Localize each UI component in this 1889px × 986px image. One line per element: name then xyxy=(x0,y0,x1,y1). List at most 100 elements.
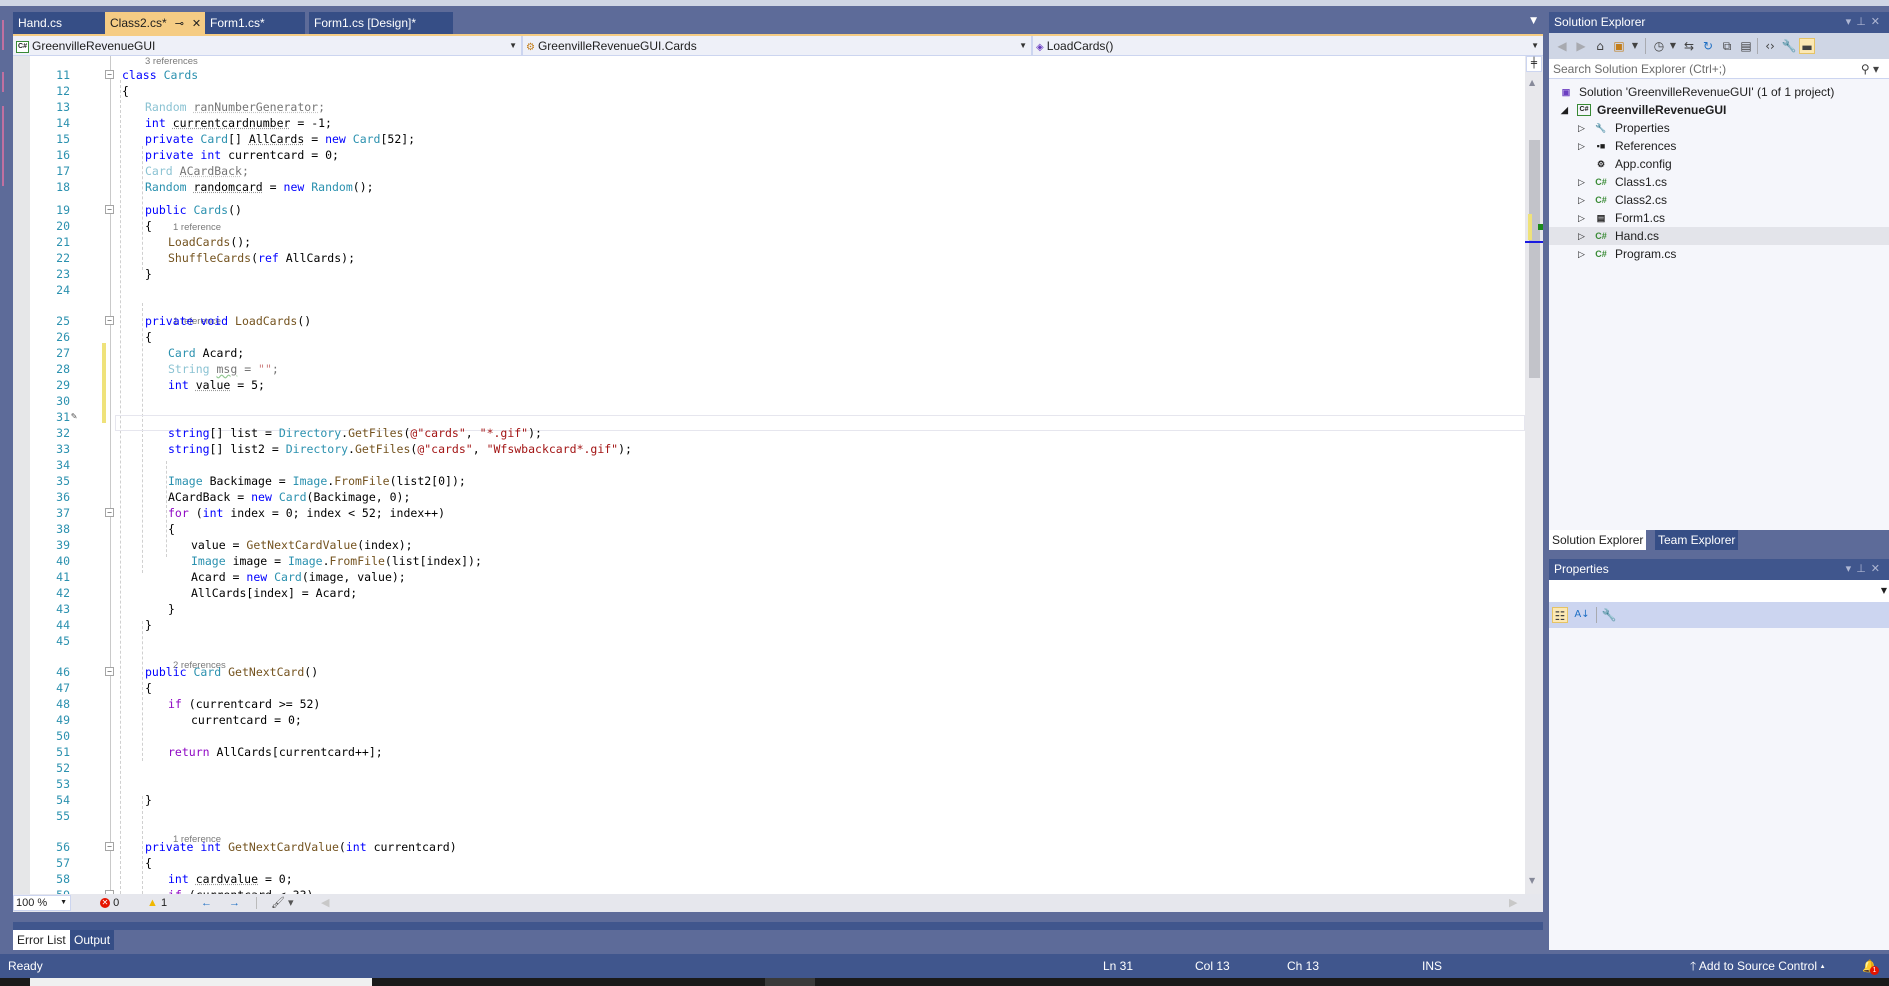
categorized-icon[interactable]: ☷ xyxy=(1552,607,1568,623)
code-line[interactable]: 14 int currentcardnumber = -1; xyxy=(30,115,1525,131)
switch-views-icon[interactable]: ▣ xyxy=(1611,38,1627,54)
add-to-source-control-button[interactable]: 🡑 Add to Source Control ▴ xyxy=(1690,954,1825,978)
code-line[interactable]: 37 − for (int index = 0; index < 52; index… xyxy=(30,505,1525,521)
scroll-thumb[interactable] xyxy=(1529,140,1540,378)
refresh-icon[interactable]: ↻ xyxy=(1700,38,1716,54)
code-line[interactable]: 48 if (currentcard >= 52) xyxy=(30,696,1525,712)
close-icon[interactable]: ✕ xyxy=(1871,16,1885,28)
code-line[interactable]: 13 Random ranNumberGenerator; xyxy=(30,99,1525,115)
warning-count[interactable]: ▲ 1 xyxy=(147,894,167,912)
code-line[interactable]: 46 − public Card GetNextCard() xyxy=(30,664,1525,680)
tab-output[interactable]: Output xyxy=(70,930,115,950)
tab-form1-cs[interactable]: Form1.cs* xyxy=(205,12,305,34)
code-line[interactable]: 29 int value = 5; xyxy=(30,377,1525,393)
type-dropdown[interactable]: ⚙ GreenvilleRevenueGUI.Cards ▼ xyxy=(523,36,1033,56)
close-icon[interactable]: ✕ xyxy=(192,13,201,35)
code-area[interactable]: 3 references 1 reference 1 reference 2 r… xyxy=(30,56,1525,894)
code-line[interactable]: 35 Image Backimage = Image.FromFile(list2… xyxy=(30,473,1525,489)
code-line[interactable]: 16 private int currentcard = 0; xyxy=(30,147,1525,163)
collapse-region-icon[interactable]: − xyxy=(105,205,114,214)
left-tool-rail[interactable] xyxy=(0,6,13,954)
sync-with-active-document-icon[interactable]: ⇆ xyxy=(1681,38,1697,54)
code-cleanup-icon[interactable]: 🖌 ▾ xyxy=(271,894,294,912)
expand-arrow-icon[interactable]: ▷ xyxy=(1578,191,1585,209)
solution-explorer-search-input[interactable]: Search Solution Explorer (Ctrl+;) ⚲ ▾ xyxy=(1549,59,1889,79)
show-all-files-icon[interactable]: ▤ xyxy=(1738,38,1754,54)
scroll-left-icon[interactable]: ◀ xyxy=(321,894,329,912)
code-line[interactable]: 27 Card Acard; xyxy=(30,345,1525,361)
member-dropdown[interactable]: ◈ LoadCards() ▼ xyxy=(1033,36,1543,56)
project-dropdown[interactable]: C# GreenvilleRevenueGUI ▼ xyxy=(13,36,523,56)
home-icon[interactable]: ⌂ xyxy=(1592,38,1608,54)
pin-icon[interactable]: ⊥ xyxy=(1856,563,1871,575)
expand-arrow-icon[interactable]: ▷ xyxy=(1578,173,1585,191)
data-sources-tab-marker[interactable] xyxy=(2,72,4,92)
quick-actions-brush-icon[interactable]: ✎ xyxy=(71,409,77,425)
code-line[interactable]: 15 private Card[] AllCards = new Card[52]… xyxy=(30,131,1525,147)
code-line[interactable]: 44} xyxy=(30,617,1525,633)
close-icon[interactable]: ✕ xyxy=(1871,563,1885,575)
server-explorer-tab-marker[interactable] xyxy=(2,106,4,186)
expand-arrow-icon[interactable]: ▷ xyxy=(1578,119,1585,137)
collapse-region-icon[interactable]: − xyxy=(105,316,114,325)
tree-item-class1-cs[interactable]: ▷ C# Class1.cs xyxy=(1549,173,1889,191)
code-line[interactable]: 53 xyxy=(30,776,1525,792)
code-line[interactable]: 55 xyxy=(30,808,1525,824)
chevron-down-icon[interactable]: ▼ xyxy=(1627,38,1643,54)
collapse-region-icon[interactable]: − xyxy=(105,508,114,517)
property-pages-wrench-icon[interactable]: 🔧 xyxy=(1601,607,1617,623)
code-line[interactable]: 24 xyxy=(30,282,1525,298)
alphabetical-sort-icon[interactable]: A↓ xyxy=(1574,607,1590,623)
code-line[interactable]: 34 xyxy=(30,457,1525,473)
scroll-up-icon[interactable]: ▲ xyxy=(1529,78,1535,87)
code-line[interactable]: 51 return AllCards[currentcard++]; xyxy=(30,744,1525,760)
code-line[interactable]: 50 xyxy=(30,728,1525,744)
code-line[interactable]: 40 Image image = Image.FromFile(list[inde… xyxy=(30,553,1525,569)
expand-arrow-icon[interactable]: ▷ xyxy=(1578,137,1585,155)
tab-form1-design[interactable]: Form1.cs [Design]* xyxy=(309,12,453,34)
code-line[interactable]: 39 value = GetNextCardValue(index); xyxy=(30,537,1525,553)
tree-item-solution[interactable]: ▣ Solution 'GreenvilleRevenueGUI' (1 of … xyxy=(1549,83,1889,101)
code-line[interactable]: 58 int cardvalue = 0; xyxy=(30,871,1525,887)
properties-wrench-icon[interactable]: 🔧 xyxy=(1781,38,1797,54)
scroll-right-icon[interactable]: ▶ xyxy=(1509,894,1517,912)
toolbox-tab-marker[interactable] xyxy=(2,20,4,50)
code-line[interactable]: 38 { xyxy=(30,521,1525,537)
expand-arrow-icon[interactable]: ▷ xyxy=(1578,245,1585,263)
tab-error-list[interactable]: Error List xyxy=(13,930,70,950)
code-line[interactable]: 12 { xyxy=(30,83,1525,99)
tab-solution-explorer[interactable]: Solution Explorer xyxy=(1549,530,1647,550)
code-line[interactable]: 20 { xyxy=(30,218,1525,234)
pin-icon[interactable]: ⊥ xyxy=(1856,16,1871,28)
tab-team-explorer[interactable]: Team Explorer xyxy=(1655,530,1739,550)
code-line[interactable]: 31 ✎ xyxy=(30,409,1525,425)
zoom-level-dropdown[interactable]: 100 % ▼ xyxy=(13,895,71,911)
notifications-button[interactable]: 🔔 1 xyxy=(1862,954,1884,978)
properties-object-dropdown[interactable]: ▼ xyxy=(1549,580,1889,602)
tree-item-app-config[interactable]: ⚙ App.config xyxy=(1549,155,1889,173)
chevron-down-icon[interactable]: ▼ xyxy=(1665,38,1681,54)
code-line[interactable]: 19 − public Cards() xyxy=(30,202,1525,218)
tree-item-properties[interactable]: ▷ 🔧 Properties xyxy=(1549,119,1889,137)
tree-item-form1-cs[interactable]: ▷ ▤ Form1.cs xyxy=(1549,209,1889,227)
code-line[interactable]: 54} xyxy=(30,792,1525,808)
tree-item-project[interactable]: ◢ C# GreenvilleRevenueGUI xyxy=(1549,101,1889,119)
collapse-region-icon[interactable]: − xyxy=(105,667,114,676)
code-line[interactable]: 43} xyxy=(30,601,1525,617)
navigate-back-icon[interactable]: ← xyxy=(201,894,212,912)
code-line[interactable]: 30 xyxy=(30,393,1525,409)
code-line[interactable]: 22 ShuffleCards(ref AllCards); xyxy=(30,250,1525,266)
code-editor[interactable]: 3 references 1 reference 1 reference 2 r… xyxy=(13,56,1543,894)
code-line[interactable]: 52 xyxy=(30,760,1525,776)
scroll-down-icon[interactable]: ▼ xyxy=(1529,876,1535,885)
preview-selected-items-icon[interactable]: ▬ xyxy=(1799,38,1815,54)
expand-arrow-icon[interactable]: ▷ xyxy=(1578,227,1585,245)
tab-hand-cs[interactable]: Hand.cs xyxy=(13,12,105,34)
tree-item-class2-cs[interactable]: ▷ C# Class2.cs xyxy=(1549,191,1889,209)
tree-item-references[interactable]: ▷ ▪■ References xyxy=(1549,137,1889,155)
view-code-icon[interactable]: ‹› xyxy=(1762,38,1778,54)
error-count[interactable]: ✕ 0 xyxy=(100,894,119,912)
window-position-icon[interactable]: ▾ xyxy=(1846,16,1857,28)
code-line[interactable]: 59−if (currentcard < 33) xyxy=(30,887,1525,894)
code-line[interactable]: 18 Random randomcard = new Random(); xyxy=(30,179,1525,195)
